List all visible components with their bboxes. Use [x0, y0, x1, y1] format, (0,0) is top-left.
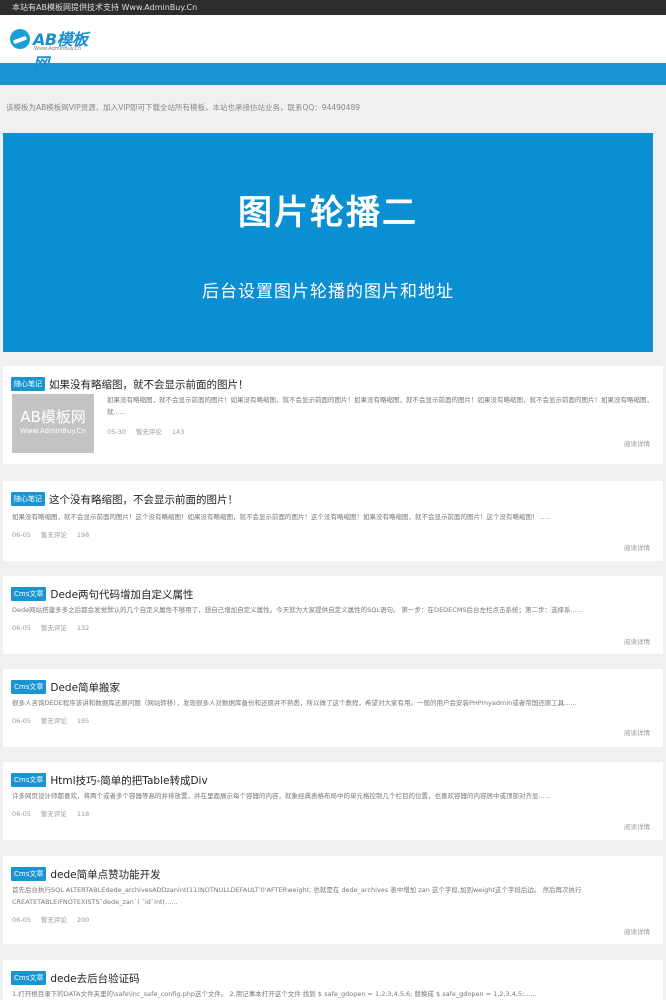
article-meta: 06-05 暂无评论 195	[12, 715, 99, 725]
article-card: Cms文章 Dede两句代码增加自定义属性 Dede网站搭建多多之后都会发觉默认…	[3, 576, 663, 654]
article-date: 05-30	[107, 428, 126, 436]
article-excerpt: Dede网站搭建多多之后都会发觉默认的几个自定义属性不够用了，想自己增加自定义属…	[12, 606, 583, 614]
read-more-link[interactable]: 阅读详情	[624, 438, 650, 448]
article-card: Cms文章 Dede简单搬家 很多人咨询DEDE程序该讲和数据库还原问题（网站转…	[3, 669, 663, 747]
article-comments: 暂无评论	[40, 810, 67, 818]
article-comments: 暂无评论	[135, 428, 162, 436]
article-meta: 05-30 暂无评论 143	[107, 426, 194, 436]
article-excerpt: 首先后台执行SQL ALTERTABLEdede_archivesADDzani…	[12, 884, 652, 908]
article-title[interactable]: Dede简单搬家	[50, 680, 120, 695]
article-views: 200	[76, 916, 90, 924]
read-more-link[interactable]: 阅读详情	[624, 926, 650, 936]
banner-subtitle: 后台设置图片轮播的图片和地址	[202, 282, 454, 302]
article-views: 143	[171, 428, 185, 436]
category-tag[interactable]: Cms文章	[11, 680, 47, 694]
article-card: Cms文章 Html技巧-简单的把Table转成Div 许多网页设计师都喜欢，将…	[3, 762, 663, 840]
read-more-link[interactable]: 阅读详情	[624, 542, 650, 552]
article-title[interactable]: dede去后台验证码	[50, 971, 139, 986]
article-comments: 暂无评论	[40, 916, 67, 924]
banner-slide[interactable]: 图片轮播二 后台设置图片轮播的图片和地址	[3, 133, 653, 352]
article-views: 198	[76, 531, 90, 539]
excerpt-line: CREATETABLEIFNOTEXISTS`dede_zan`( `id`in…	[12, 898, 178, 906]
article-title[interactable]: 如果没有略缩图，就不会显示前面的图片！	[49, 377, 249, 392]
article-date: 06-05	[12, 717, 31, 725]
article-card: 随心笔记 这个没有略缩图，不会显示前面的图片！ 如果没有略缩图，就不会显示前面的…	[3, 481, 663, 561]
logo-icon	[10, 29, 30, 49]
logo-subtext: Www.AdminBuy.Cn	[34, 46, 82, 52]
read-more-link[interactable]: 阅读详情	[624, 636, 650, 646]
article-comments: 暂无评论	[40, 717, 67, 725]
thumbnail-text: AB模板网	[20, 408, 86, 426]
article-card: Cms文章 dede简单点赞功能开发 首先后台执行SQL ALTERTABLEd…	[3, 856, 663, 944]
article-excerpt: 许多网页设计师都喜欢，将两个或者多个容器等高的并排放置，并在里面展示每个容器的内…	[12, 792, 551, 800]
top-bar: 本站有AB模板网提供技术支持 Www.AdminBuy.Cn	[0, 0, 666, 15]
article-thumbnail[interactable]: AB模板网 Www.AdminBuy.Cn	[12, 394, 94, 453]
article-excerpt: 1.打开根目录下的DATA文件夹里的\safe\inc_safe_config.…	[12, 990, 537, 998]
article-card: Cms文章 dede去后台验证码 1.打开根目录下的DATA文件夹里的\safe…	[3, 960, 663, 1000]
article-views: 195	[76, 717, 90, 725]
category-tag[interactable]: Cms文章	[11, 587, 47, 601]
article-meta: 06-05 暂无评论 132	[12, 622, 99, 632]
article-excerpt: 如果没有略缩图，就不会显示前面的图片！如果没有略缩图，就不会显示前面的图片！如果…	[107, 396, 653, 416]
category-tag[interactable]: 随心笔记	[11, 377, 45, 391]
article-date: 06-05	[12, 916, 31, 924]
article-title[interactable]: 这个没有略缩图，不会显示前面的图片！	[49, 492, 238, 507]
article-excerpt: 很多人咨询DEDE程序该讲和数据库还原问题（网站转移），发现很多人对数据库备份和…	[12, 699, 577, 707]
article-comments: 暂无评论	[40, 624, 67, 632]
article-card: 随心笔记 如果没有略缩图，就不会显示前面的图片！ AB模板网 Www.Admin…	[3, 366, 663, 464]
article-meta: 06-05 暂无评论 200	[12, 914, 99, 924]
category-tag[interactable]: Cms文章	[11, 773, 47, 787]
banner-title: 图片轮播二	[238, 193, 418, 233]
article-date: 06-05	[12, 531, 31, 539]
read-more-link[interactable]: 阅读详情	[624, 727, 650, 737]
notice-text: 该模板为AB模板网VIP资源，加入VIP即可下载全站所有模板，本站也承接仿站业务…	[6, 103, 360, 112]
article-excerpt: 如果没有略缩图，就不会显示前面的图片！这个没有略缩图！如果没有略缩图，就不会显示…	[12, 513, 551, 521]
article-views: 132	[76, 624, 90, 632]
article-title[interactable]: Html技巧-简单的把Table转成Div	[50, 773, 207, 788]
article-comments: 暂无评论	[40, 531, 67, 539]
site-logo[interactable]: AB模板网 Www.AdminBuy.Cn	[10, 25, 100, 73]
category-tag[interactable]: Cms文章	[11, 971, 47, 985]
article-views: 118	[76, 810, 90, 818]
article-title[interactable]: Dede两句代码增加自定义属性	[50, 587, 193, 602]
category-tag[interactable]: 随心笔记	[11, 492, 45, 506]
article-meta: 06-05 暂无评论 118	[12, 808, 99, 818]
top-bar-text: 本站有AB模板网提供技术支持 Www.AdminBuy.Cn	[12, 3, 198, 12]
article-date: 06-05	[12, 810, 31, 818]
thumbnail-subtext: Www.AdminBuy.Cn	[19, 427, 87, 435]
article-title[interactable]: dede简单点赞功能开发	[50, 867, 160, 882]
read-more-link[interactable]: 阅读详情	[624, 821, 650, 831]
category-tag[interactable]: Cms文章	[11, 867, 47, 881]
site-header: AB模板网 Www.AdminBuy.Cn	[0, 15, 666, 73]
article-date: 06-05	[12, 624, 31, 632]
excerpt-line: 首先后台执行SQL ALTERTABLEdede_archivesADDzani…	[12, 886, 582, 894]
article-meta: 06-05 暂无评论 198	[12, 529, 99, 539]
